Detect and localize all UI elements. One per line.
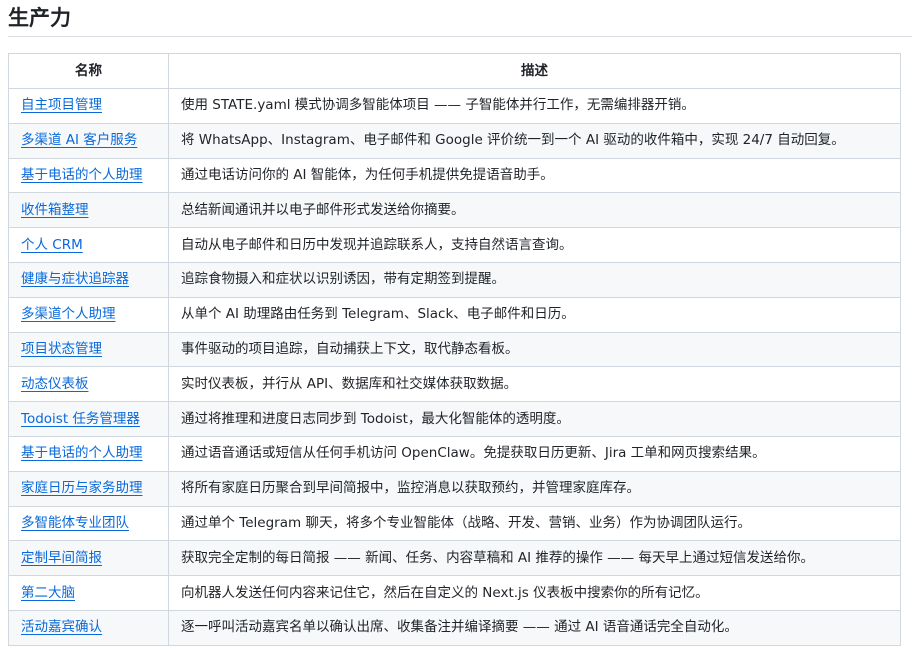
description-cell: 事件驱动的项目追踪，自动捕获上下文，取代静态看板。: [168, 331, 901, 368]
name-link[interactable]: 家庭日历与家务助理: [21, 480, 143, 496]
description-cell: 通过将推理和进度日志同步到 Todoist，最大化智能体的透明度。: [168, 401, 901, 437]
description-cell: 通过语音通话或短信从任何手机访问 OpenClaw。免提获取日历更新、Jira …: [168, 435, 901, 472]
table-row: 健康与症状追踪器 追踪食物摄入和症状以识别诱因，带有定期签到提醒。: [8, 261, 901, 298]
table-row: 多渠道 AI 客户服务 将 WhatsApp、Instagram、电子邮件和 Go…: [8, 122, 901, 159]
name-cell: 动态仪表板: [8, 366, 169, 403]
name-link[interactable]: 活动嘉宾确认: [21, 619, 102, 635]
description-cell: 实时仪表板，并行从 API、数据库和社交媒体获取数据。: [168, 366, 901, 403]
table-row: 基于电话的个人助理 通过电话访问你的 AI 智能体，为任何手机提供免提语音助手。: [8, 157, 901, 194]
name-link[interactable]: 多智能体专业团队: [21, 515, 129, 531]
name-cell: 个人 CRM: [8, 227, 169, 263]
table-row: 家庭日历与家务助理 将所有家庭日历聚合到早间简报中，监控消息以获取预约，并管理家庭…: [8, 470, 901, 507]
name-cell: 健康与症状追踪器: [8, 261, 169, 298]
name-link[interactable]: 自主项目管理: [21, 97, 102, 113]
description-cell: 向机器人发送任何内容来记住它，然后在自定义的 Next.js 仪表板中搜索你的所…: [168, 575, 901, 611]
description-cell: 追踪食物摄入和症状以识别诱因，带有定期签到提醒。: [168, 261, 901, 298]
description-cell: 将 WhatsApp、Instagram、电子邮件和 Google 评价统一到一…: [168, 122, 901, 159]
table-header-row: 名称 描述: [8, 53, 901, 89]
name-link[interactable]: 定制早间简报: [21, 550, 102, 566]
name-cell: 项目状态管理: [8, 331, 169, 368]
name-link[interactable]: 动态仪表板: [21, 376, 89, 392]
name-link[interactable]: 项目状态管理: [21, 341, 102, 357]
name-cell: 基于电话的个人助理: [8, 157, 169, 194]
name-link[interactable]: 第二大脑: [21, 585, 75, 601]
table-row: 定制早间简报 获取完全定制的每日简报 —— 新闻、任务、内容草稿和 AI 推荐的操…: [8, 540, 901, 577]
table-row: 收件箱整理 总结新闻通讯并以电子邮件形式发送给你摘要。: [8, 192, 901, 229]
name-link[interactable]: 个人 CRM: [21, 237, 83, 253]
description-cell: 逐一呼叫活动嘉宾名单以确认出席、收集备注并编译摘要 —— 通过 AI 语音通话完…: [168, 609, 901, 646]
name-cell: 基于电话的个人助理: [8, 435, 169, 472]
name-link[interactable]: 多渠道个人助理: [21, 306, 116, 322]
table-row: 动态仪表板 实时仪表板，并行从 API、数据库和社交媒体获取数据。: [8, 366, 901, 403]
table-row: Todoist 任务管理器 通过将推理和进度日志同步到 Todoist，最大化智能…: [8, 401, 901, 437]
column-header-description: 描述: [168, 53, 901, 89]
name-cell: 多渠道个人助理: [8, 296, 169, 333]
table-row: 基于电话的个人助理 通过语音通话或短信从任何手机访问 OpenClaw。免提获取日…: [8, 435, 901, 472]
name-cell: 多智能体专业团队: [8, 505, 169, 542]
name-link[interactable]: 基于电话的个人助理: [21, 167, 143, 183]
name-cell: Todoist 任务管理器: [8, 401, 169, 437]
description-cell: 使用 STATE.yaml 模式协调多智能体项目 —— 子智能体并行工作，无需编…: [168, 88, 901, 124]
productivity-table: 名称 描述 自主项目管理 使用 STATE.yaml 模式协调多智能体项目 —— …: [8, 53, 901, 646]
table-row: 活动嘉宾确认 逐一呼叫活动嘉宾名单以确认出席、收集备注并编译摘要 —— 通过 AI…: [8, 609, 901, 646]
name-cell: 自主项目管理: [8, 88, 169, 124]
description-cell: 总结新闻通讯并以电子邮件形式发送给你摘要。: [168, 192, 901, 229]
description-cell: 自动从电子邮件和日历中发现并追踪联系人，支持自然语言查询。: [168, 227, 901, 263]
table-row: 多智能体专业团队 通过单个 Telegram 聊天，将多个专业智能体（战略、开发、…: [8, 505, 901, 542]
table-row: 项目状态管理 事件驱动的项目追踪，自动捕获上下文，取代静态看板。: [8, 331, 901, 368]
name-link[interactable]: 收件箱整理: [21, 202, 89, 218]
name-link[interactable]: 多渠道 AI 客户服务: [21, 132, 137, 148]
section-heading: 生产力: [8, 4, 912, 37]
column-header-name: 名称: [8, 53, 169, 89]
name-cell: 多渠道 AI 客户服务: [8, 122, 169, 159]
name-link[interactable]: 健康与症状追踪器: [21, 271, 129, 287]
name-cell: 定制早间简报: [8, 540, 169, 577]
table-body: 自主项目管理 使用 STATE.yaml 模式协调多智能体项目 —— 子智能体并行…: [8, 88, 901, 646]
description-cell: 通过单个 Telegram 聊天，将多个专业智能体（战略、开发、营销、业务）作为…: [168, 505, 901, 542]
name-link[interactable]: Todoist 任务管理器: [21, 411, 140, 427]
name-cell: 活动嘉宾确认: [8, 609, 169, 646]
name-cell: 收件箱整理: [8, 192, 169, 229]
description-cell: 从单个 AI 助理路由任务到 Telegram、Slack、电子邮件和日历。: [168, 296, 901, 333]
name-cell: 家庭日历与家务助理: [8, 470, 169, 507]
table-row: 个人 CRM 自动从电子邮件和日历中发现并追踪联系人，支持自然语言查询。: [8, 227, 901, 263]
name-cell: 第二大脑: [8, 575, 169, 611]
table-row: 第二大脑 向机器人发送任何内容来记住它，然后在自定义的 Next.js 仪表板中搜…: [8, 575, 901, 611]
name-link[interactable]: 基于电话的个人助理: [21, 445, 143, 461]
description-cell: 通过电话访问你的 AI 智能体，为任何手机提供免提语音助手。: [168, 157, 901, 194]
table-row: 多渠道个人助理 从单个 AI 助理路由任务到 Telegram、Slack、电子邮…: [8, 296, 901, 333]
description-cell: 获取完全定制的每日简报 —— 新闻、任务、内容草稿和 AI 推荐的操作 —— 每…: [168, 540, 901, 577]
description-cell: 将所有家庭日历聚合到早间简报中，监控消息以获取预约，并管理家庭库存。: [168, 470, 901, 507]
table-row: 自主项目管理 使用 STATE.yaml 模式协调多智能体项目 —— 子智能体并行…: [8, 88, 901, 124]
